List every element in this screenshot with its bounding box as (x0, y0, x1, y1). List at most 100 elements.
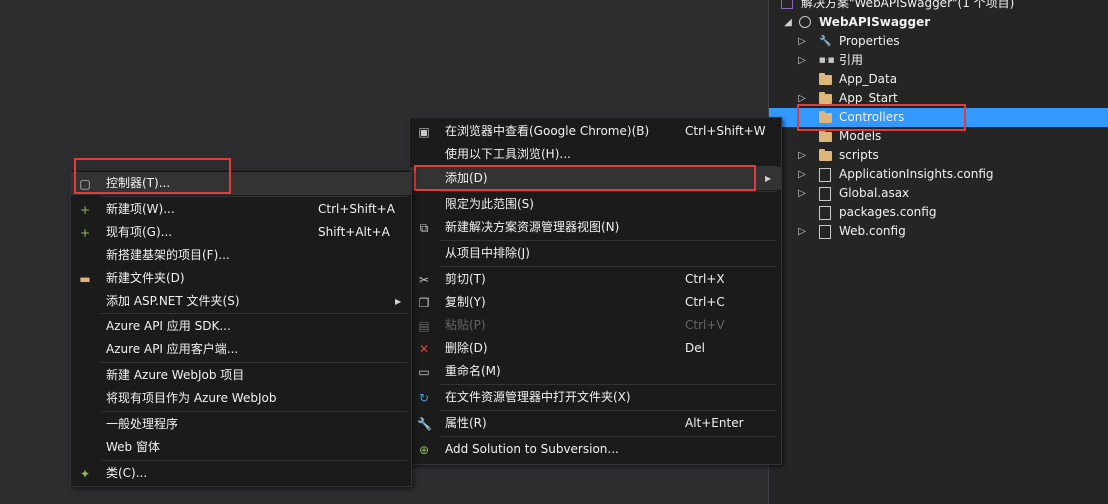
submenu-arrow-icon: ▶ (395, 297, 402, 306)
menu-item[interactable]: ✦ 类(C)... (71, 462, 411, 485)
menu-item[interactable]: ▢ 控制器(T)... (71, 172, 411, 195)
menu-item-label: Azure API 应用客户端... (106, 342, 239, 356)
menu-item[interactable]: 新建 Azure WebJob 项目 (71, 364, 411, 387)
menu-item-shortcut: Ctrl+Shift+A (318, 202, 395, 216)
cut-icon: ✂ (418, 273, 430, 287)
context-menu: ▣ 在浏览器中查看(Google Chrome)(B) Ctrl+Shift+W 使用… (409, 117, 782, 465)
folder-icon (819, 130, 832, 142)
menu-item-label: 复制(Y) (445, 295, 486, 309)
menu-item[interactable]: 🔧 属性(R) Alt+Enter (410, 412, 781, 435)
menu-item[interactable]: 添加 ASP.NET 文件夹(S) ▶ (71, 290, 411, 313)
project-node[interactable]: ◢ WebAPISwagger (769, 13, 1108, 32)
delete-icon: ✕ (418, 342, 430, 356)
menu-item[interactable]: ❐ 复制(Y) Ctrl+C (410, 291, 781, 314)
menu-item[interactable]: 从项目中排除(J) (410, 242, 781, 265)
menu-item[interactable]: + 新建项(W)... Ctrl+Shift+A (71, 198, 411, 221)
wrench-icon: 🔧 (819, 36, 832, 47)
menu-item[interactable]: ⊕ Add Solution to Subversion... (410, 438, 781, 461)
menu-item[interactable]: ⧉ 新建解决方案资源管理器视图(N) (410, 216, 781, 239)
menu-separator (440, 191, 777, 192)
existing-item-icon: + (79, 226, 91, 240)
menu-item[interactable]: + 现有项(G)... Shift+Alt+A (71, 221, 411, 244)
new-folder-icon: ▬ (79, 272, 91, 286)
tree-item-label: packages.config (839, 205, 937, 219)
collapsed-arrow-icon[interactable]: ▷ (797, 89, 807, 108)
asax-file-icon (819, 187, 831, 201)
tree-item[interactable]: ▷ scripts (769, 146, 1108, 165)
config-file-icon (819, 206, 831, 220)
collapsed-arrow-icon[interactable]: ▷ (797, 222, 807, 241)
project-label: WebAPISwagger (819, 15, 931, 29)
tree-item-label: ApplicationInsights.config (839, 167, 994, 181)
solution-icon (781, 0, 793, 9)
tree-item[interactable]: ▷ App_Start (769, 89, 1108, 108)
menu-item-label: 在浏览器中查看(Google Chrome)(B) (445, 124, 650, 138)
menu-item[interactable]: 新搭建基架的项目(F)... (71, 244, 411, 267)
menu-item[interactable]: 限定为此范围(S) (410, 193, 781, 216)
solution-node[interactable]: 解决方案"WebAPISwagger"(1 个项目) (769, 0, 1108, 13)
refresh-icon: ↻ (418, 391, 430, 405)
menu-item[interactable]: 添加(D) ▶ (410, 167, 781, 190)
menu-item-label: 一般处理程序 (106, 417, 179, 431)
tree-item-label: App_Data (839, 72, 898, 86)
class-icon: ✦ (79, 467, 91, 481)
menu-item[interactable]: Azure API 应用 SDK... (71, 315, 411, 338)
menu-separator (440, 436, 777, 437)
menu-item-shortcut: Ctrl+Shift+W (685, 124, 766, 138)
tree-item[interactable]: ▷ ■·■ 引用 (769, 51, 1108, 70)
tree-item[interactable]: Controllers (769, 108, 1108, 127)
tree-item[interactable]: ▷ Global.asax (769, 184, 1108, 203)
folder-icon (819, 111, 832, 123)
menu-separator (440, 166, 777, 167)
menu-item[interactable]: ▬ 新建文件夹(D) (71, 267, 411, 290)
menu-item[interactable]: 使用以下工具浏览(H)... (410, 143, 781, 166)
menu-item[interactable]: ▭ 重命名(M) (410, 360, 781, 383)
wrench-icon: 🔧 (417, 417, 432, 431)
globe-project-icon (799, 16, 811, 28)
menu-separator (440, 410, 777, 411)
tree-item[interactable]: Models (769, 127, 1108, 146)
tree-item-label: Controllers (839, 110, 905, 124)
menu-item: ▤ 粘贴(P) Ctrl+V (410, 314, 781, 337)
collapsed-arrow-icon[interactable]: ▷ (797, 32, 807, 51)
tree-item-label: 引用 (839, 53, 864, 67)
tree-item[interactable]: ▷ ApplicationInsights.config (769, 165, 1108, 184)
tree-item[interactable]: App_Data (769, 70, 1108, 89)
menu-item[interactable]: Azure API 应用客户端... (71, 338, 411, 361)
collapsed-arrow-icon[interactable]: ▷ (797, 146, 807, 165)
folder-icon (819, 149, 832, 161)
menu-item-label: 重命名(M) (445, 364, 501, 378)
menu-item-label: 现有项(G)... (106, 225, 173, 239)
menu-item[interactable]: Web 窗体 (71, 436, 411, 459)
menu-separator (101, 196, 407, 197)
browser-icon: ▣ (418, 125, 430, 139)
menu-item-label: 属性(R) (445, 416, 487, 430)
config-file-icon (819, 168, 831, 182)
menu-item[interactable]: ↻ 在文件资源管理器中打开文件夹(X) (410, 386, 781, 409)
tree-item[interactable]: packages.config (769, 203, 1108, 222)
subversion-icon: ⊕ (418, 443, 430, 457)
menu-item[interactable]: ▣ 在浏览器中查看(Google Chrome)(B) Ctrl+Shift+W (410, 120, 781, 143)
menu-separator (440, 266, 777, 267)
tree-item[interactable]: ▷ Web.config (769, 222, 1108, 241)
collapsed-arrow-icon[interactable]: ▷ (797, 165, 807, 184)
menu-item[interactable]: 将现有项目作为 Azure WebJob (71, 387, 411, 410)
menu-item-label: 添加 ASP.NET 文件夹(S) (106, 294, 240, 308)
new-view-icon: ⧉ (419, 221, 429, 235)
menu-item[interactable]: ✕ 删除(D) Del (410, 337, 781, 360)
add-submenu: ▢ 控制器(T)... + 新建项(W)... Ctrl+Shift+A + 现有项(G).… (70, 169, 412, 487)
menu-item[interactable]: 一般处理程序 (71, 413, 411, 436)
folder-icon (819, 73, 832, 85)
menu-item-label: 新建文件夹(D) (106, 271, 185, 285)
submenu-arrow-icon: ▶ (765, 174, 772, 183)
menu-item-label: 限定为此范围(S) (445, 197, 534, 211)
menu-separator (101, 362, 407, 363)
menu-item[interactable]: ✂ 剪切(T) Ctrl+X (410, 268, 781, 291)
expanded-arrow-icon[interactable]: ◢ (783, 13, 793, 32)
menu-item-shortcut: Shift+Alt+A (318, 225, 390, 239)
collapsed-arrow-icon[interactable]: ▷ (797, 51, 807, 70)
menu-item-label: 新搭建基架的项目(F)... (106, 248, 230, 262)
collapsed-arrow-icon[interactable]: ▷ (797, 184, 807, 203)
menu-item-label: 将现有项目作为 Azure WebJob (106, 391, 277, 405)
tree-item[interactable]: ▷ 🔧 Properties (769, 32, 1108, 51)
